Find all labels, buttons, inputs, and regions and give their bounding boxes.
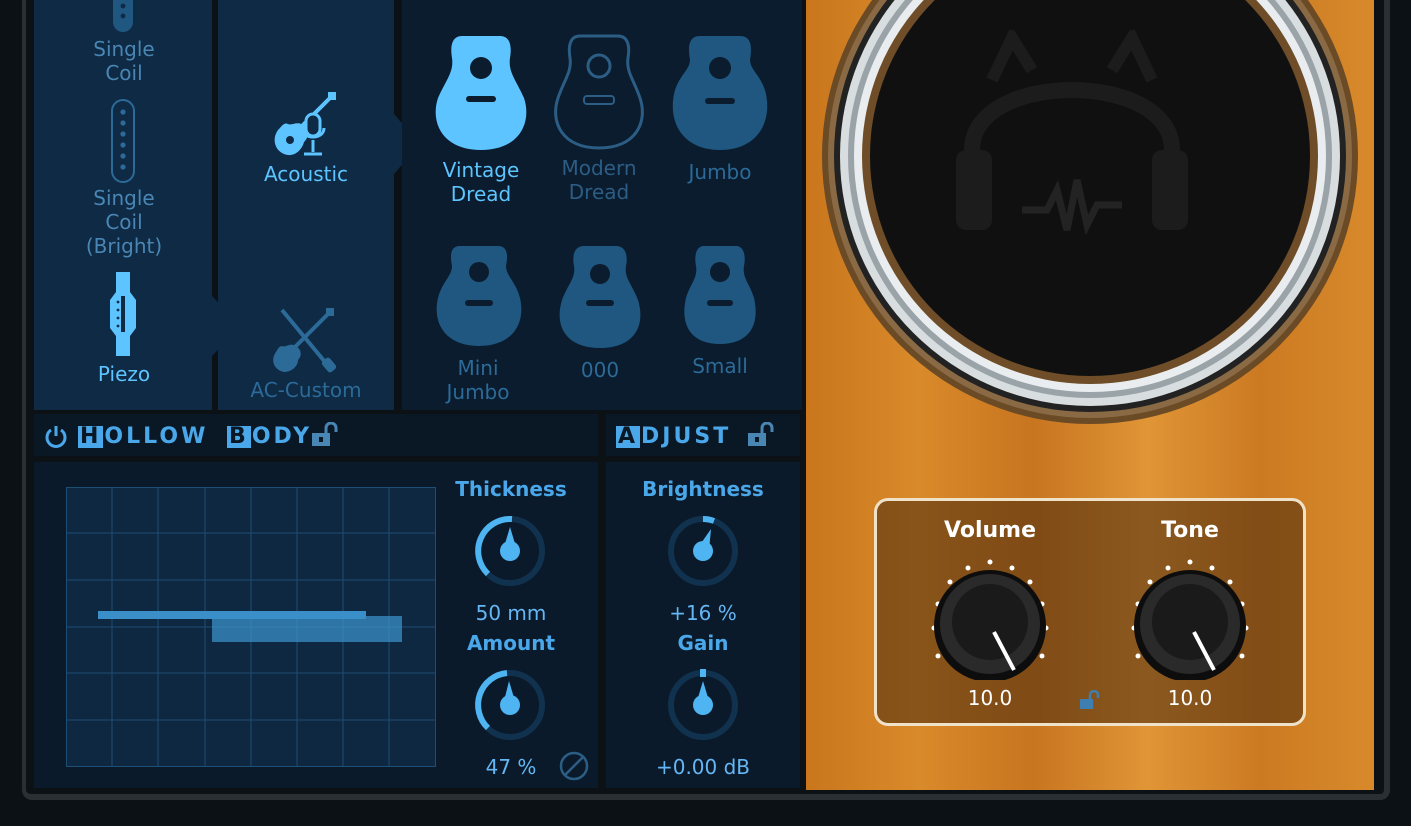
tone-value: 10.0 bbox=[1167, 686, 1213, 710]
resonance-graph[interactable] bbox=[66, 487, 436, 767]
brightness-label: Brightness bbox=[642, 477, 764, 501]
selection-arrow-icon bbox=[212, 296, 240, 356]
pickup-label-line1: Piezo bbox=[97, 362, 151, 386]
mini-jumbo-guitar-icon[interactable] bbox=[434, 242, 524, 350]
title-rest: OLLOW bbox=[104, 424, 209, 449]
pickup-label-line1: Single bbox=[93, 37, 155, 61]
phase-invert-icon[interactable] bbox=[558, 750, 590, 782]
single-coil-bright-pickup-icon[interactable] bbox=[110, 98, 136, 184]
hollow-body-title: H OLLOW B ODY bbox=[78, 424, 312, 449]
lock-open-icon[interactable] bbox=[1078, 690, 1102, 710]
gain-knob[interactable] bbox=[665, 667, 741, 743]
body-modern-dread[interactable]: Modern Dread bbox=[539, 156, 659, 204]
body-000[interactable]: 000 bbox=[540, 358, 660, 382]
power-icon[interactable] bbox=[44, 424, 68, 448]
body-mini-jumbo[interactable]: Mini Jumbo bbox=[418, 356, 538, 404]
volume-label: Volume bbox=[944, 518, 1036, 543]
volume-knob[interactable] bbox=[918, 552, 1062, 680]
title-rest: DJUST bbox=[641, 424, 732, 449]
amount-knob[interactable] bbox=[472, 667, 548, 743]
000-guitar-icon[interactable] bbox=[556, 242, 644, 352]
body-label-line2: Dread bbox=[450, 182, 512, 206]
title-rest: ODY bbox=[251, 424, 313, 449]
amount-value: 47 % bbox=[485, 755, 537, 779]
body-small[interactable]: Small bbox=[660, 354, 780, 378]
body-label-line1: 000 bbox=[580, 358, 620, 382]
tone-label: Tone bbox=[1161, 518, 1219, 543]
body-jumbo[interactable]: Jumbo bbox=[660, 160, 780, 184]
type-acoustic[interactable]: Acoustic bbox=[236, 162, 376, 186]
body-label-line1: Vintage bbox=[442, 158, 520, 182]
brightness-value: +16 % bbox=[669, 601, 737, 625]
body-label-line1: Modern bbox=[561, 156, 637, 180]
thickness-value: 50 mm bbox=[475, 601, 547, 625]
tone-knob[interactable] bbox=[1118, 552, 1262, 680]
thickness-label: Thickness bbox=[455, 477, 567, 501]
gain-label: Gain bbox=[677, 631, 729, 655]
thickness-knob[interactable] bbox=[472, 513, 548, 589]
piezo-pickup-icon[interactable] bbox=[108, 270, 138, 358]
single-coil-pickup-icon[interactable] bbox=[110, 0, 136, 36]
pickup-label-line3: (Bright) bbox=[85, 234, 163, 258]
body-vintage-dread[interactable]: Vintage Dread bbox=[421, 158, 541, 206]
brand-logo-watermark bbox=[956, 30, 1188, 236]
pickup-label-line2: Coil bbox=[105, 61, 143, 85]
title-initial: B bbox=[227, 424, 251, 449]
title-initial: H bbox=[78, 424, 104, 449]
title-initial: A bbox=[616, 424, 641, 449]
ac-custom-guitar-tools-icon[interactable] bbox=[270, 306, 342, 374]
lock-open-icon[interactable] bbox=[310, 422, 340, 448]
pickup-selector: Single Coil Single Coil (Bright) Piezo bbox=[34, 0, 212, 410]
brightness-knob[interactable] bbox=[665, 513, 741, 589]
plugin-window: Single Coil Single Coil (Bright) Piezo A… bbox=[0, 0, 1411, 826]
small-guitar-icon[interactable] bbox=[680, 242, 760, 348]
body-label-line2: Dread bbox=[568, 180, 630, 204]
pickup-label-line2: Coil bbox=[105, 210, 143, 234]
pickup-label-line1: Single bbox=[93, 186, 155, 210]
amount-label: Amount bbox=[466, 631, 556, 655]
type-ac-custom[interactable]: AC-Custom bbox=[236, 378, 376, 402]
volume-value: 10.0 bbox=[967, 686, 1013, 710]
adjust-title: A DJUST bbox=[616, 424, 731, 449]
lock-open-icon[interactable] bbox=[746, 422, 776, 448]
body-label-line1: Small bbox=[692, 354, 748, 378]
body-label-line1: Mini bbox=[457, 356, 499, 380]
gain-value: +0.00 dB bbox=[655, 755, 751, 779]
body-label-line1: Jumbo bbox=[688, 160, 752, 184]
acoustic-guitar-mic-icon[interactable] bbox=[270, 90, 342, 160]
body-label-line2: Jumbo bbox=[446, 380, 510, 404]
pickup-single-coil-bright[interactable]: Single Coil (Bright) bbox=[74, 186, 174, 258]
pickup-single-coil[interactable]: Single Coil bbox=[74, 37, 174, 85]
pickup-piezo[interactable]: Piezo bbox=[74, 362, 174, 386]
vintage-dread-guitar-icon[interactable] bbox=[432, 32, 530, 154]
instrument-type-selector: Acoustic AC-Custom bbox=[218, 0, 394, 410]
modern-dread-guitar-icon[interactable] bbox=[552, 32, 646, 152]
jumbo-guitar-icon[interactable] bbox=[670, 32, 770, 154]
